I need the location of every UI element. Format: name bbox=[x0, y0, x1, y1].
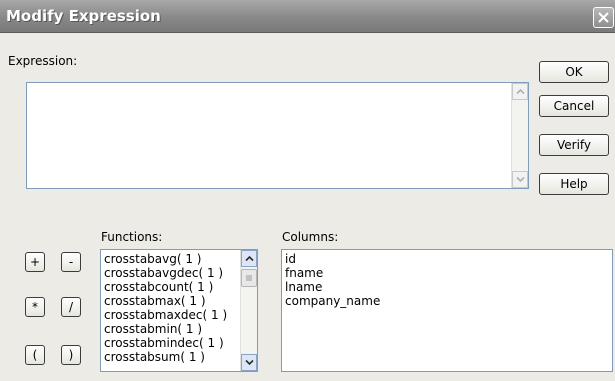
columns-list[interactable]: id fname lname company_name bbox=[281, 249, 613, 372]
column-item[interactable]: lname bbox=[282, 280, 380, 294]
window-title: Modify Expression bbox=[6, 7, 161, 25]
function-item[interactable]: crosstabavg( 1 ) bbox=[101, 252, 241, 266]
functions-scrollbar[interactable] bbox=[240, 250, 257, 371]
function-item[interactable]: crosstabmindec( 1 ) bbox=[101, 336, 241, 350]
chevron-down-icon bbox=[245, 359, 254, 366]
close-paren-button[interactable]: ) bbox=[61, 345, 81, 365]
minus-operator-button[interactable]: - bbox=[61, 252, 81, 272]
functions-scroll-thumb[interactable] bbox=[241, 269, 257, 287]
expression-textarea[interactable] bbox=[26, 82, 529, 189]
column-item[interactable]: id bbox=[282, 252, 380, 266]
open-paren-button[interactable]: ( bbox=[25, 345, 45, 365]
cancel-button[interactable]: Cancel bbox=[539, 95, 609, 117]
verify-button[interactable]: Verify bbox=[539, 134, 609, 156]
function-item[interactable]: crosstabavgdec( 1 ) bbox=[101, 266, 241, 280]
scroll-up-button[interactable] bbox=[512, 83, 528, 100]
function-item[interactable]: crosstabmaxdec( 1 ) bbox=[101, 308, 241, 322]
multiply-operator-button[interactable]: * bbox=[25, 297, 45, 317]
functions-scroll-up-button[interactable] bbox=[241, 250, 257, 267]
functions-label: Functions: bbox=[101, 230, 163, 244]
grip-icon bbox=[246, 275, 252, 281]
help-button[interactable]: Help bbox=[539, 173, 609, 195]
expression-label: Expression: bbox=[8, 54, 78, 68]
column-item[interactable]: fname bbox=[282, 266, 380, 280]
close-icon bbox=[598, 12, 609, 23]
close-button[interactable] bbox=[593, 7, 614, 28]
title-bar[interactable]: Modify Expression bbox=[0, 0, 615, 33]
functions-list[interactable]: crosstabavg( 1 ) crosstabavgdec( 1 ) cro… bbox=[100, 249, 258, 372]
function-item[interactable]: crosstabsum( 1 ) bbox=[101, 350, 241, 364]
divide-operator-button[interactable]: / bbox=[61, 297, 81, 317]
chevron-up-icon bbox=[245, 255, 254, 262]
chevron-up-icon bbox=[516, 88, 525, 95]
scroll-down-button[interactable] bbox=[512, 171, 528, 188]
expression-scrollbar[interactable] bbox=[511, 83, 528, 188]
plus-operator-button[interactable]: + bbox=[25, 252, 45, 272]
ok-button[interactable]: OK bbox=[539, 61, 609, 83]
function-item[interactable]: crosstabcount( 1 ) bbox=[101, 280, 241, 294]
functions-scroll-down-button[interactable] bbox=[241, 354, 257, 371]
modify-expression-dialog: Modify Expression Expression: OK Cancel … bbox=[0, 0, 615, 381]
columns-label: Columns: bbox=[282, 230, 339, 244]
column-item[interactable]: company_name bbox=[282, 294, 380, 308]
function-item[interactable]: crosstabmax( 1 ) bbox=[101, 294, 241, 308]
chevron-down-icon bbox=[516, 176, 525, 183]
function-item[interactable]: crosstabmin( 1 ) bbox=[101, 322, 241, 336]
